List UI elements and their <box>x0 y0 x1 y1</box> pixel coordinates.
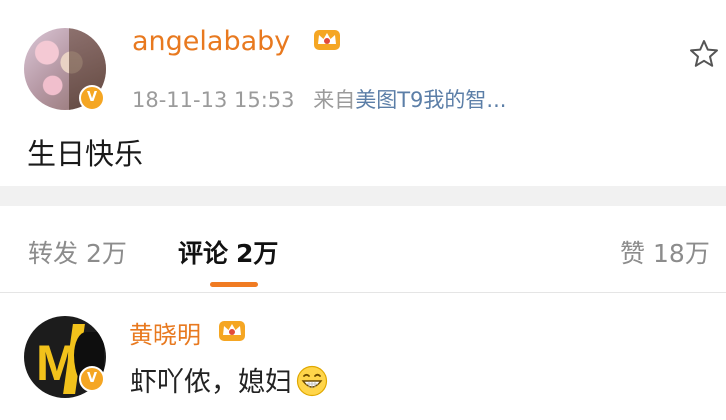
source-prefix: 来自 <box>313 88 356 112</box>
comment-text: 虾吖侬，媳妇 <box>130 360 328 399</box>
comment-body: 虾吖侬，媳妇 <box>130 367 292 398</box>
crown-icon <box>314 30 340 50</box>
tab-repost-label: 转发 <box>28 239 79 268</box>
active-tab-indicator <box>210 282 258 287</box>
section-divider <box>0 186 726 206</box>
tab-comments-label: 评论 <box>178 239 229 268</box>
tabs-divider <box>0 292 726 293</box>
tab-repost-count: 2万 <box>86 239 127 268</box>
tab-likes-label: 赞 <box>620 239 646 268</box>
crown-icon <box>219 321 245 341</box>
tab-comments-count: 2万 <box>236 239 279 268</box>
post-source-link[interactable]: 美图T9我的智... <box>355 88 506 112</box>
verified-badge-icon: V <box>79 366 105 392</box>
tab-likes[interactable]: 赞 18万 <box>620 234 710 270</box>
author-name[interactable]: angelababy <box>132 26 290 57</box>
tab-likes-count: 18万 <box>653 239 710 268</box>
star-outline-icon[interactable] <box>688 38 720 70</box>
post-timestamp: 18-11-13 15:53 <box>132 88 295 112</box>
verified-badge-icon: V <box>79 85 105 111</box>
post-text: 生日快乐 <box>27 137 144 171</box>
post-meta: 18-11-13 15:53 来自美图T9我的智... <box>132 84 506 114</box>
tab-repost[interactable]: 转发 2万 <box>28 234 127 270</box>
tab-comments[interactable]: 评论 2万 <box>178 234 278 270</box>
grin-emoji-icon <box>296 365 328 397</box>
commenter-name[interactable]: 黄晓明 <box>129 315 201 350</box>
